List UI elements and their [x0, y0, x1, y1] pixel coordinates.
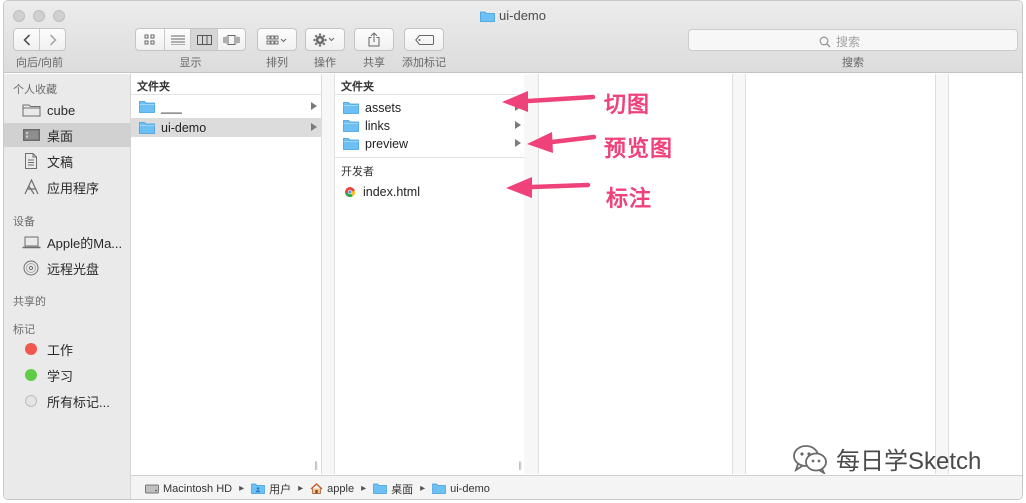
watermark-text: 每日学Sketch	[836, 448, 982, 475]
arrow-preview-icon	[527, 132, 597, 153]
arrow-markup-icon	[506, 177, 591, 198]
watermark: 每日学Sketch	[792, 441, 981, 476]
annotation-preview: 预览图	[604, 136, 674, 161]
annotation-markup: 标注	[606, 186, 653, 211]
annotation-slices: 切图	[604, 92, 651, 117]
annotation-arrows	[502, 91, 597, 198]
arrow-slices-icon	[502, 91, 596, 112]
wechat-icon	[792, 444, 828, 474]
